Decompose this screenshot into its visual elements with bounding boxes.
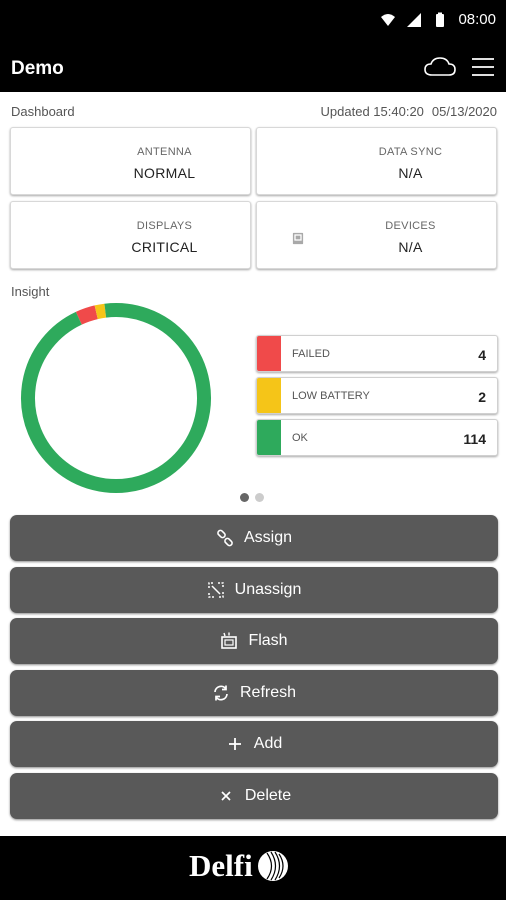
tile-value: N/A bbox=[398, 165, 423, 181]
tile-label: DATA SYNC bbox=[378, 146, 443, 158]
app-bar: Demo bbox=[0, 42, 506, 92]
legend-failed[interactable]: FAILED 4 bbox=[256, 335, 498, 372]
legend-swatch bbox=[257, 336, 281, 371]
page-dot-1[interactable] bbox=[240, 493, 249, 502]
tile-devices-swatch bbox=[257, 202, 325, 268]
tile-antenna[interactable]: ANTENNA NORMAL bbox=[10, 127, 251, 195]
tile-displays[interactable]: DISPLAYS CRITICAL bbox=[10, 201, 251, 269]
legend-swatch bbox=[257, 378, 281, 413]
brand-logo: Delfi bbox=[189, 848, 290, 884]
donut-segment-low-battery[interactable] bbox=[94, 303, 107, 320]
flash-icon bbox=[221, 632, 238, 649]
page-dot-2[interactable] bbox=[255, 493, 264, 502]
refresh-button[interactable]: Refresh bbox=[10, 669, 498, 716]
donut-segment-ok[interactable] bbox=[21, 303, 211, 493]
flash-label: Flash bbox=[248, 632, 288, 649]
plus-icon bbox=[228, 738, 241, 750]
app-title: Demo bbox=[11, 58, 64, 79]
legend-low-battery[interactable]: LOW BATTERY 2 bbox=[256, 377, 498, 414]
legend-label: OK bbox=[292, 432, 308, 444]
legend-count: 2 bbox=[478, 389, 486, 405]
cloud-icon[interactable] bbox=[423, 54, 457, 80]
dashboard-label: Dashboard bbox=[11, 104, 75, 119]
tile-data-sync[interactable]: DATA SYNC N/A bbox=[256, 127, 497, 195]
add-label: Add bbox=[253, 735, 283, 752]
link-icon bbox=[217, 529, 233, 547]
refresh-icon bbox=[214, 684, 228, 701]
add-button[interactable]: Add bbox=[10, 721, 498, 767]
delete-label: Delete bbox=[244, 786, 292, 804]
close-icon bbox=[221, 790, 231, 801]
tile-label: ANTENNA bbox=[137, 146, 192, 158]
display-icon bbox=[31, 225, 59, 245]
legend-label: LOW BATTERY bbox=[292, 390, 370, 402]
assign-label: Assign bbox=[243, 529, 293, 546]
insight-label: Insight bbox=[11, 284, 50, 299]
tile-label: DEVICES bbox=[385, 220, 436, 232]
updated-date: 05/13/2020 bbox=[431, 104, 497, 119]
updated-timestamp: Updated 15:40:20 05/13/2020 bbox=[321, 104, 497, 119]
tile-value: CRITICAL bbox=[131, 239, 198, 255]
tile-data-sync-swatch bbox=[257, 128, 325, 194]
unlink-icon bbox=[207, 581, 224, 598]
status-bar: 08:00 bbox=[0, 0, 506, 42]
assign-button[interactable]: Assign bbox=[10, 515, 498, 561]
sync-icon bbox=[282, 151, 300, 171]
legend-swatch bbox=[257, 420, 281, 455]
tile-label: DISPLAYS bbox=[136, 220, 193, 232]
status-donut-chart[interactable] bbox=[18, 300, 214, 496]
tile-value: N/A bbox=[398, 239, 423, 255]
battery-icon bbox=[436, 12, 445, 27]
status-time: 08:00 bbox=[458, 11, 496, 28]
tile-value: NORMAL bbox=[133, 165, 196, 181]
action-buttons: Assign Unassign Flash Refresh Add Delete bbox=[10, 515, 498, 824]
wifi-icon bbox=[381, 13, 396, 26]
refresh-label: Refresh bbox=[239, 683, 297, 701]
devices-icon bbox=[277, 224, 305, 246]
donut-segment-failed[interactable] bbox=[75, 305, 98, 325]
legend-count: 4 bbox=[478, 347, 486, 363]
page-indicator bbox=[240, 493, 264, 502]
unassign-label: Unassign bbox=[234, 580, 302, 598]
brand-name: Delfi bbox=[189, 848, 253, 883]
legend-count: 114 bbox=[463, 431, 486, 447]
tile-devices[interactable]: DEVICES N/A bbox=[256, 201, 497, 269]
updated-time: Updated 15:40:20 bbox=[320, 104, 424, 119]
flash-button[interactable]: Flash bbox=[10, 618, 498, 664]
tile-antenna-swatch bbox=[11, 128, 79, 194]
footer: Delfi bbox=[0, 836, 506, 900]
hamburger-menu-icon[interactable] bbox=[470, 54, 496, 80]
legend-ok[interactable]: OK 114 bbox=[256, 419, 498, 456]
unassign-button[interactable]: Unassign bbox=[10, 566, 498, 613]
signal-icon bbox=[407, 12, 422, 27]
delete-button[interactable]: Delete bbox=[10, 772, 498, 819]
wifi-icon bbox=[32, 152, 58, 172]
legend-label: FAILED bbox=[292, 348, 330, 360]
tile-displays-swatch bbox=[11, 202, 79, 268]
brand-mark-icon bbox=[257, 851, 288, 881]
